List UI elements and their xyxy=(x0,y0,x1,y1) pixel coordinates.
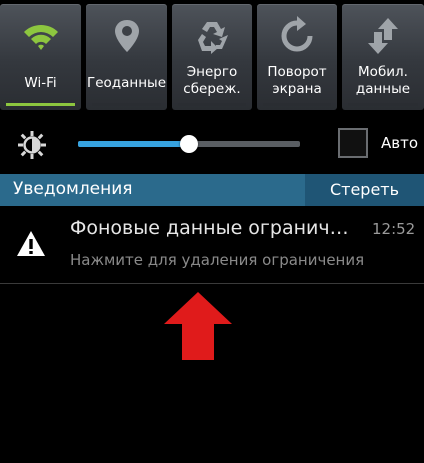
brightness-controls: Авто xyxy=(0,116,424,172)
tile-active-indicator xyxy=(6,103,75,106)
tile-location[interactable]: Геоданные xyxy=(86,4,167,110)
tile-label: Wi-Fi xyxy=(24,75,57,91)
quick-settings-panel: Wi-Fi Геоданные Энерго сбереж. Поворот э… xyxy=(0,0,424,116)
clear-notifications-button[interactable]: Стереть xyxy=(305,174,424,206)
tile-label: Мобил. данные xyxy=(355,64,411,97)
auto-brightness-label: Авто xyxy=(381,134,419,152)
warning-icon xyxy=(17,231,45,256)
notification-time: 12:52 xyxy=(372,220,416,238)
tile-wifi[interactable]: Wi-Fi xyxy=(0,4,81,110)
auto-brightness-checkbox[interactable] xyxy=(338,128,368,158)
notifications-title: Уведомления xyxy=(13,179,133,199)
notification-item[interactable]: Фоновые данные ограничены 12:52 Нажмите … xyxy=(0,206,424,284)
notification-title: Фоновые данные ограничены xyxy=(70,217,360,239)
tile-screen-rotation[interactable]: Поворот экрана xyxy=(257,4,337,110)
tile-active-indicator xyxy=(178,103,246,106)
brightness-slider-fill xyxy=(78,141,189,147)
tile-active-indicator xyxy=(92,103,161,106)
wifi-icon xyxy=(23,24,58,50)
recycle-icon xyxy=(198,22,228,54)
location-pin-icon xyxy=(114,20,139,52)
brightness-icon xyxy=(18,131,46,159)
tile-power-saving[interactable]: Энерго сбереж. xyxy=(172,4,252,110)
notification-divider xyxy=(0,283,424,284)
notification-subtitle: Нажмите для удаления ограничения xyxy=(70,251,365,269)
tile-label: Геоданные xyxy=(86,75,167,91)
tile-label: Энерго сбереж. xyxy=(183,64,241,97)
rotate-icon xyxy=(281,16,313,52)
mobile-data-icon xyxy=(368,18,398,54)
arrow-up-icon xyxy=(164,292,232,360)
tile-mobile-data[interactable]: Мобил. данные xyxy=(342,4,424,110)
brightness-slider-thumb[interactable] xyxy=(180,135,198,153)
tile-label: Поворот экрана xyxy=(267,64,327,97)
tile-active-indicator xyxy=(263,103,331,106)
tile-active-indicator xyxy=(348,103,418,106)
notifications-header: Уведомления Стереть xyxy=(0,174,424,206)
